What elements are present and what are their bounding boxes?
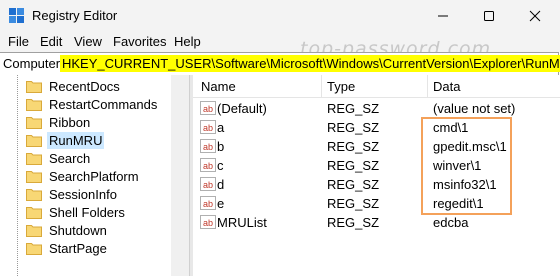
value-name: b: [217, 139, 225, 154]
tree-item[interactable]: StartPage: [26, 238, 109, 258]
tree-item[interactable]: Shell Folders: [26, 202, 127, 222]
folder-icon: [26, 224, 42, 237]
svg-text:ab: ab: [203, 123, 213, 133]
close-button[interactable]: [512, 0, 558, 32]
maximize-icon: [484, 11, 494, 21]
tree-item-label: Shutdown: [49, 222, 107, 238]
value-type: REG_SZ: [327, 139, 380, 154]
tree-item[interactable]: SessionInfo: [26, 184, 119, 204]
tree-item-label: Ribbon: [49, 114, 91, 130]
column-divider[interactable]: [427, 75, 428, 97]
value-type: REG_SZ: [327, 101, 380, 116]
value-type: REG_SZ: [327, 177, 380, 192]
folder-icon: [26, 206, 42, 219]
minimize-icon: [438, 15, 448, 17]
window-title: Registry Editor: [32, 8, 118, 23]
tree-item-label: SearchPlatform: [49, 168, 139, 184]
folder-icon: [26, 152, 42, 165]
tree-item[interactable]: Ribbon: [26, 112, 92, 132]
tree-item-label: Search: [49, 150, 91, 166]
folder-icon: [26, 80, 42, 93]
address-path[interactable]: HKEY_CURRENT_USER\Software\Microsoft\Win…: [60, 55, 560, 72]
tree-item[interactable]: RunMRU: [26, 130, 105, 150]
column-header-data[interactable]: Data: [433, 79, 460, 94]
value-name: a: [217, 120, 225, 135]
column-header-name[interactable]: Name: [201, 79, 236, 94]
value-name: e: [217, 196, 225, 211]
menu-favorites[interactable]: Favorites: [113, 34, 166, 49]
annotation-highlight-box: [421, 117, 512, 215]
tree-item[interactable]: Shutdown: [26, 220, 109, 240]
string-value-icon: ab: [200, 101, 216, 115]
tree-item[interactable]: RecentDocs: [26, 76, 122, 96]
value-type: REG_SZ: [327, 158, 380, 173]
folder-icon: [26, 98, 42, 111]
folder-icon: [26, 116, 42, 129]
string-value-icon: ab: [200, 139, 216, 153]
value-name: d: [217, 177, 225, 192]
tree-scrollbar[interactable]: [171, 75, 189, 276]
svg-text:ab: ab: [203, 104, 213, 114]
folder-icon: [26, 170, 42, 183]
maximize-button[interactable]: [466, 0, 512, 32]
tree-item-label: RestartCommands: [49, 96, 158, 112]
value-row[interactable]: ab (Default) REG_SZ (value not set): [193, 99, 560, 118]
column-divider[interactable]: [321, 75, 322, 97]
string-value-icon: ab: [200, 215, 216, 229]
tree-item[interactable]: SearchPlatform: [26, 166, 141, 186]
value-type: REG_SZ: [327, 196, 380, 211]
address-prefix: Computer\: [3, 56, 64, 71]
column-header-type[interactable]: Type: [327, 79, 355, 94]
menu-view[interactable]: View: [74, 34, 102, 49]
tree-item-label: StartPage: [49, 240, 107, 256]
menu-file[interactable]: File: [8, 34, 29, 49]
svg-text:ab: ab: [203, 199, 213, 209]
tree-item-label: SessionInfo: [49, 186, 117, 202]
string-value-icon: ab: [200, 158, 216, 172]
close-icon: [529, 10, 541, 22]
svg-text:ab: ab: [203, 161, 213, 171]
tree-item[interactable]: Search: [26, 148, 92, 168]
tree-item[interactable]: RestartCommands: [26, 94, 159, 114]
open-folder-icon: [26, 134, 42, 147]
folder-icon: [26, 242, 42, 255]
menu-edit[interactable]: Edit: [40, 34, 62, 49]
value-name: (Default): [217, 101, 267, 116]
address-bar[interactable]: Computer\ HKEY_CURRENT_USER\Software\Mic…: [0, 52, 560, 76]
title-bar: Registry Editor: [0, 0, 560, 32]
value-type: REG_SZ: [327, 215, 380, 230]
svg-text:ab: ab: [203, 142, 213, 152]
string-value-icon: ab: [200, 177, 216, 191]
string-value-icon: ab: [200, 120, 216, 134]
svg-text:ab: ab: [203, 218, 213, 228]
tree-item-label: Shell Folders: [49, 204, 125, 220]
string-value-icon: ab: [200, 196, 216, 210]
value-name: c: [217, 158, 224, 173]
minimize-button[interactable]: [420, 0, 466, 32]
value-name: MRUList: [217, 215, 267, 230]
key-tree: RecentDocs RestartCommands Ribbon RunMRU Sea…: [0, 75, 190, 276]
menu-help[interactable]: Help: [174, 34, 201, 49]
tree-connector-line: [17, 75, 18, 276]
value-row[interactable]: ab MRUList REG_SZ edcba: [193, 213, 560, 232]
tree-item-label: RecentDocs: [49, 78, 120, 94]
registry-editor-icon: [9, 8, 24, 23]
svg-text:ab: ab: [203, 180, 213, 190]
tree-item-label: RunMRU: [47, 131, 105, 149]
value-data: edcba: [433, 215, 469, 230]
folder-icon: [26, 188, 42, 201]
list-header: Name Type Data: [193, 75, 560, 98]
value-data: (value not set): [433, 101, 516, 116]
value-type: REG_SZ: [327, 120, 380, 135]
